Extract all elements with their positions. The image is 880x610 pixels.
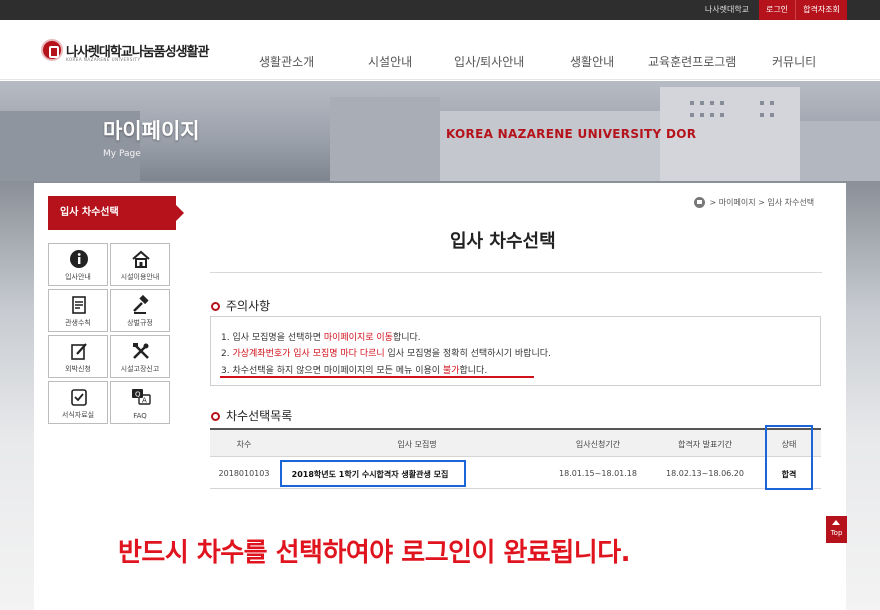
tools-icon	[133, 343, 149, 359]
notice-heading-text: 주의사항	[226, 299, 271, 313]
sidebar-item-repair[interactable]: 시설고장신고	[110, 335, 170, 378]
faq-icon: QA	[132, 389, 151, 405]
banner-subtitle: My Page	[103, 149, 141, 159]
notice-text: 2.	[221, 349, 233, 359]
banner-window	[760, 113, 764, 117]
annotation-underline	[220, 376, 534, 378]
cell-apply-period: 18.01.15~18.01.18	[559, 469, 637, 478]
instruction-callout: 반드시 차수를 선택하여야 로그인이 완료됩니다.	[118, 538, 631, 568]
site-header: 나사렛대학교나눔품성생활관 KOREA NAZARENE UNIVERSITY …	[0, 20, 880, 80]
sidebar-item-discipline[interactable]: 상벌규정	[110, 289, 170, 332]
notice-text: 입사 모집명을 정확히 선택하시기 바랍니다.	[384, 349, 551, 359]
home-icon[interactable]	[694, 197, 705, 208]
notice-heading: 주의사항	[211, 297, 270, 314]
banner-window	[700, 113, 704, 117]
banner-window	[700, 101, 704, 105]
column-header-apply: 입사신청기간	[575, 440, 621, 449]
banner-title: 마이페이지	[103, 119, 200, 143]
banner-window	[690, 101, 694, 105]
notice-line-3: 3. 차수선택을 하지 않으면 마이페이지의 모든 메뉴 이용이 불가합니다.	[221, 363, 487, 376]
rules-icon	[133, 295, 149, 314]
nav-item-community[interactable]: 커뮤니티	[772, 53, 816, 70]
nav-item-programs[interactable]: 교육훈련프로그램	[648, 53, 736, 70]
svg-text:A: A	[142, 397, 147, 405]
breadcrumb: > 마이페이지 > 입사 차수선택	[694, 197, 814, 208]
sidebar-item-rules[interactable]: 관생수칙	[48, 289, 108, 332]
nav-item-life[interactable]: 생활안내	[570, 53, 614, 70]
breadcrumb-sep: >	[709, 198, 717, 207]
notice-emphasis: 마이페이지로 이동	[323, 333, 393, 343]
sidebar-item-label: 관생수칙	[65, 319, 91, 327]
sidebar-item-label: 서식자료실	[61, 411, 95, 419]
notice-emphasis: 불가	[442, 366, 460, 376]
banner-window	[760, 101, 764, 105]
nav-item-admission[interactable]: 입사/퇴사안내	[454, 53, 524, 70]
cell-announce-period: 18.02.13~18.06.20	[666, 469, 744, 478]
page-banner: 마이페이지 My Page KOREA NAZARENE UNIVERSITY …	[0, 81, 880, 181]
column-header-announce: 합격자 발표기간	[677, 440, 733, 449]
notice-text: 3. 차수선택을 하지 않으면 마이페이지의 모든 메뉴 이용이	[221, 366, 443, 376]
sidebar-item-label: FAQ	[133, 412, 147, 420]
banner-window	[770, 113, 774, 117]
result-lookup-button[interactable]: 합격자조회	[795, 0, 847, 20]
utility-bar: 나사렛대학교 로그인 합격자조회	[0, 0, 880, 20]
banner-building	[330, 97, 440, 181]
edit-icon	[71, 343, 87, 360]
breadcrumb-current: 입사 차수선택	[767, 198, 815, 207]
sidebar-item-overnight[interactable]: 외박신청	[48, 335, 108, 378]
notice-line-2: 2. 가상계좌번호가 입사 모집명 마다 다르니 입사 모집명을 정확히 선택하…	[221, 346, 551, 359]
banner-tagline: KOREA NAZARENE UNIVERSITY DOR	[446, 127, 697, 141]
form-icon	[71, 389, 87, 406]
banner-window	[770, 101, 774, 105]
notice-text: 합니다.	[392, 333, 421, 343]
column-header-name: 입사 모집명	[397, 440, 437, 449]
bullet-icon	[211, 412, 220, 421]
sidebar-item-forms[interactable]: 서식자료실	[48, 381, 108, 424]
home-icon	[132, 250, 150, 268]
university-seal-icon	[41, 39, 63, 61]
sidebar-item-faq[interactable]: QA FAQ	[110, 381, 170, 424]
notice-emphasis: 가상계좌번호가 입사 모집명 마다 다르니	[232, 349, 385, 359]
table-bottom-border	[210, 488, 821, 489]
cell-round: 2018010103	[218, 469, 270, 478]
banner-building	[440, 111, 660, 181]
sidebar-active-tab[interactable]: 입사 차수선택	[48, 196, 184, 230]
breadcrumb-mypage[interactable]: 마이페이지	[719, 198, 756, 207]
info-icon	[70, 250, 88, 268]
sidebar-item-facility-guide[interactable]: 시설이용안내	[110, 243, 170, 286]
sidebar-item-label: 외박신청	[65, 365, 91, 373]
sidebar-item-label: 시설이용안내	[120, 273, 160, 281]
sidebar-item-label: 입사안내	[65, 273, 91, 281]
svg-text:Q: Q	[135, 391, 141, 399]
nav-item-facilities[interactable]: 시설안내	[368, 53, 412, 70]
sidebar-item-admission-info[interactable]: 입사안내	[48, 243, 108, 286]
divider	[210, 272, 822, 273]
list-heading-text: 차수선택목록	[226, 409, 293, 423]
banner-window	[710, 101, 714, 105]
page-title: 입사 차수선택	[450, 231, 556, 252]
banner-building	[800, 121, 880, 181]
notice-line-1: 1. 입사 모집명을 선택하면 마이페이지로 이동합니다.	[221, 330, 421, 343]
notice-text: 합니다.	[459, 366, 488, 376]
banner-window	[710, 113, 714, 117]
highlight-box-name	[280, 460, 466, 487]
highlight-box-status	[765, 425, 813, 490]
sidebar-item-label: 상벌규정	[127, 319, 153, 327]
banner-window	[690, 113, 694, 117]
column-header-round: 차수	[236, 440, 252, 449]
login-button[interactable]: 로그인	[759, 0, 795, 20]
bullet-icon	[211, 302, 220, 311]
sidebar-item-label: 시설고장신고	[120, 365, 160, 373]
banner-window	[720, 113, 724, 117]
notice-text: 1. 입사 모집명을 선택하면	[221, 333, 324, 343]
banner-window	[720, 101, 724, 105]
scroll-top-button[interactable]: Top	[826, 516, 847, 543]
checklist-icon	[72, 296, 86, 314]
logo-subtext: KOREA NAZARENE UNIVERSITY	[66, 57, 141, 62]
nav-item-about[interactable]: 생활관소개	[259, 53, 314, 70]
university-link[interactable]: 나사렛대학교	[698, 0, 756, 20]
list-heading: 차수선택목록	[211, 407, 292, 424]
breadcrumb-sep: >	[758, 198, 765, 207]
